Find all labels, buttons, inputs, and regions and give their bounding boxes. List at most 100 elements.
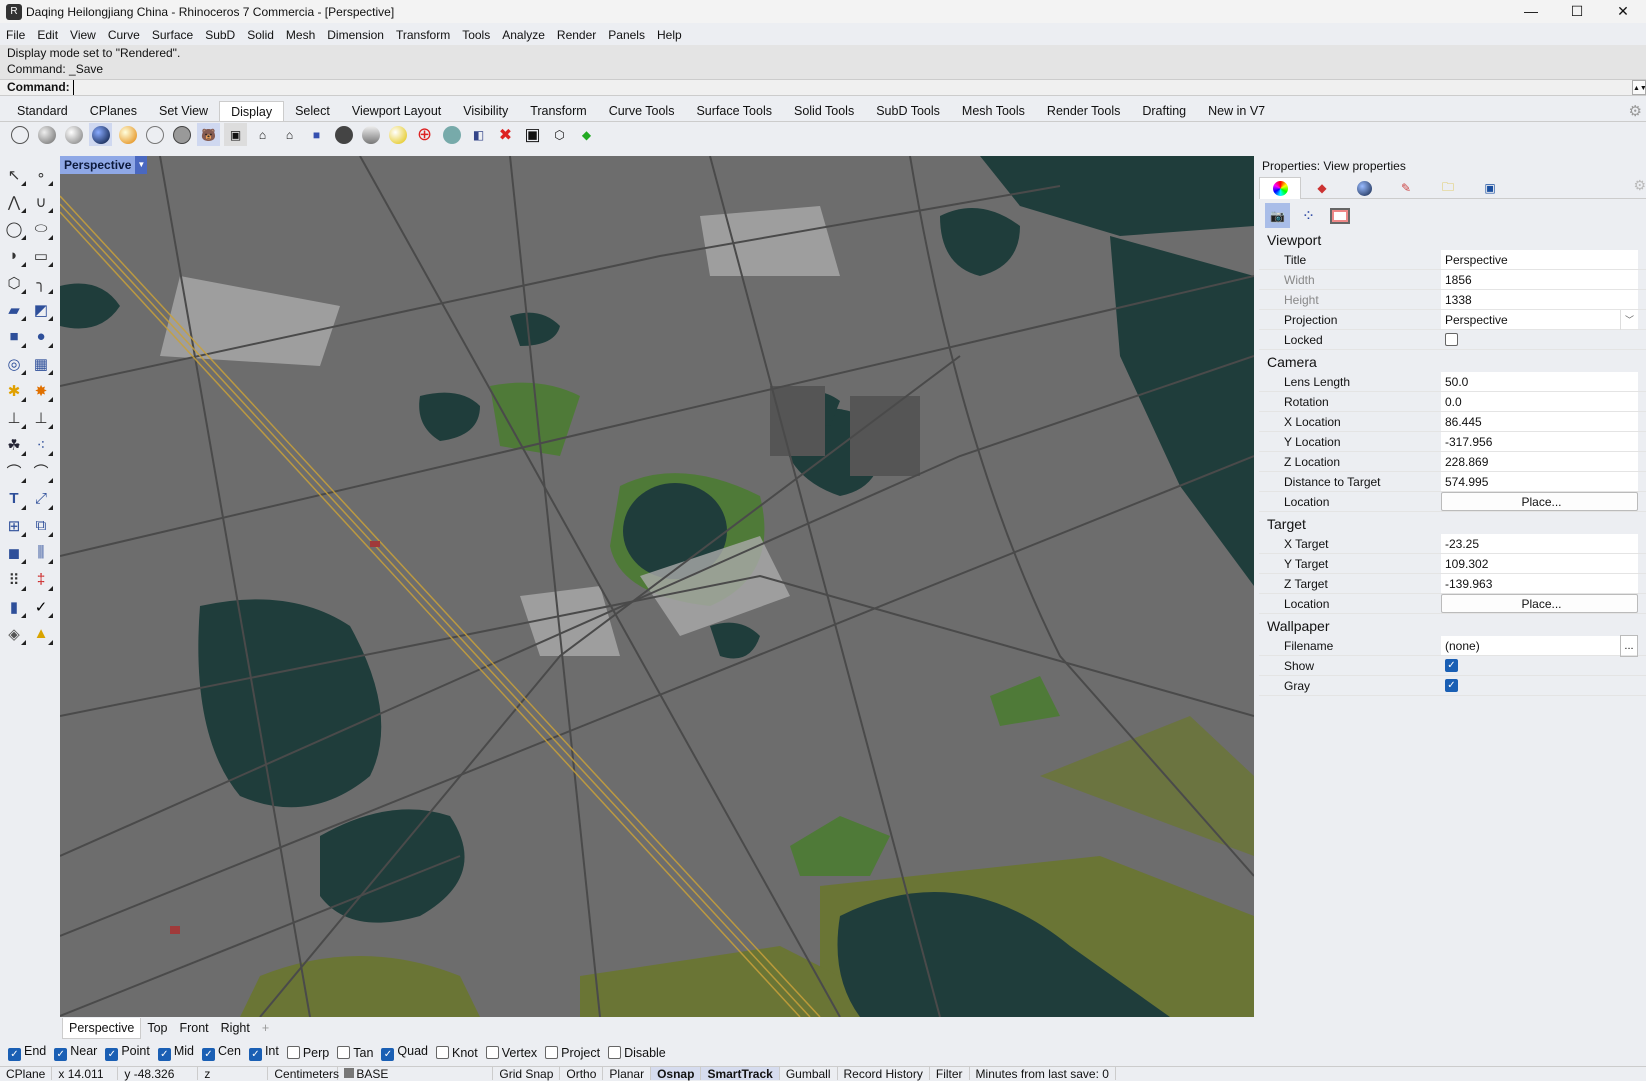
polygon-icon[interactable]: ⬡ xyxy=(2,271,26,294)
camera-icon[interactable]: 📷 xyxy=(1265,203,1290,228)
menu-dimension[interactable]: Dimension xyxy=(321,25,390,45)
perspective-viewport[interactable]: Perspective ▼ xyxy=(60,156,1254,1017)
y-location-field[interactable]: -317.956 xyxy=(1441,432,1638,451)
smarttrack-toggle[interactable]: SmartTrack xyxy=(701,1067,780,1081)
shaded-icon[interactable] xyxy=(35,123,58,146)
z-location-field[interactable]: 228.869 xyxy=(1441,452,1638,471)
show-checkbox[interactable]: ✓ xyxy=(1445,659,1458,672)
osnap-knot[interactable]: Knot xyxy=(436,1045,478,1060)
tab-set-view[interactable]: Set View xyxy=(148,101,219,121)
tab-cplanes[interactable]: CPlanes xyxy=(79,101,148,121)
gear-icon[interactable]: ⚙ xyxy=(1629,102,1642,120)
menu-file[interactable]: File xyxy=(0,25,31,45)
viewport-tab-perspective[interactable]: Perspective xyxy=(62,1018,142,1039)
add-viewport-tab-icon[interactable]: + xyxy=(256,1018,275,1039)
rotation-field[interactable]: 0.0 xyxy=(1441,392,1638,411)
gumball-toggle[interactable]: Gumball xyxy=(780,1067,838,1081)
filter-toggle[interactable]: Filter xyxy=(930,1067,970,1081)
menu-edit[interactable]: Edit xyxy=(31,25,64,45)
arc-icon[interactable]: ◗ xyxy=(2,244,26,267)
fillet-curve-icon[interactable]: ╮ xyxy=(29,271,53,294)
osnap-checkbox[interactable] xyxy=(286,1045,300,1059)
tab-surface-tools[interactable]: Surface Tools xyxy=(685,101,783,121)
xray-icon[interactable] xyxy=(116,123,139,146)
osnap-disable[interactable]: Disable xyxy=(608,1045,666,1060)
menu-panels[interactable]: Panels xyxy=(602,25,651,45)
osnap-checkbox[interactable]: ✓ xyxy=(248,1048,262,1061)
solid-tools-icon[interactable]: ● xyxy=(29,325,53,348)
filename-field[interactable]: (none)... xyxy=(1441,634,1638,657)
move-icon[interactable]: ⤢ xyxy=(29,487,53,510)
minimize-button[interactable]: — xyxy=(1508,0,1554,23)
fillet-icon[interactable]: ⌒ xyxy=(2,460,26,483)
trim-icon[interactable]: ⊥ xyxy=(2,406,26,429)
lens-field[interactable]: 50.0 xyxy=(1441,372,1638,391)
menu-analyze[interactable]: Analyze xyxy=(496,25,551,45)
menu-view[interactable]: View xyxy=(64,25,102,45)
delete-display-icon[interactable]: ✖ xyxy=(494,123,517,146)
tab-new-in-v7[interactable]: New in V7 xyxy=(1197,101,1276,121)
draft-angle-icon[interactable] xyxy=(440,123,463,146)
osnap-checkbox[interactable] xyxy=(436,1045,449,1059)
rectangle-icon[interactable]: ▭ xyxy=(29,244,53,267)
tab-display[interactable]: Display xyxy=(219,101,285,121)
named-views-icon[interactable]: ⁘ xyxy=(1296,203,1321,228)
tab-solid-tools[interactable]: Solid Tools xyxy=(783,101,865,121)
solid-box-icon[interactable]: ◼ xyxy=(2,541,26,564)
viewport-tab-top[interactable]: Top xyxy=(141,1018,173,1039)
menu-tools[interactable]: Tools xyxy=(456,25,496,45)
tab-drafting[interactable]: Drafting xyxy=(1131,101,1197,121)
help-icon[interactable]: ▣ xyxy=(1469,177,1511,199)
ortho-toggle[interactable]: Ortho xyxy=(560,1067,604,1081)
scale-icon[interactable]: ⧉ xyxy=(29,514,53,537)
curve-icon[interactable]: ∪ xyxy=(29,190,53,213)
dimension-icon[interactable]: ‡ xyxy=(29,568,53,591)
ellipse-icon[interactable]: ⬭ xyxy=(29,217,53,240)
cube-icon[interactable]: ⬡ xyxy=(548,123,571,146)
tab-curve-tools[interactable]: Curve Tools xyxy=(598,101,686,121)
rendered-icon[interactable] xyxy=(62,123,85,146)
tab-standard[interactable]: Standard xyxy=(6,101,79,121)
osnap-checkbox[interactable]: ✓ xyxy=(157,1048,171,1061)
osnap-checkbox[interactable] xyxy=(545,1045,559,1059)
extrude-icon[interactable]: ⫼ xyxy=(29,541,53,564)
viewport-tab-front[interactable]: Front xyxy=(173,1018,214,1039)
group-icon[interactable]: ☘ xyxy=(2,433,26,456)
tab-visibility[interactable]: Visibility xyxy=(452,101,519,121)
monitor-icon[interactable]: ▣ xyxy=(521,123,544,146)
mesh-cylinder-icon[interactable]: ◎ xyxy=(2,352,26,375)
polyline-icon[interactable]: ⋀ xyxy=(2,190,26,213)
box-icon[interactable]: ■ xyxy=(2,325,26,348)
title-field[interactable]: Perspective xyxy=(1441,250,1638,269)
ungroup-icon[interactable]: ⁖ xyxy=(29,433,53,456)
curvature-icon[interactable] xyxy=(359,123,382,146)
environment-map-icon[interactable] xyxy=(332,123,355,146)
viewport-tab-right[interactable]: Right xyxy=(215,1018,256,1039)
split-icon[interactable]: ⊥ xyxy=(29,406,53,429)
point-icon[interactable]: ∘ xyxy=(29,163,53,186)
capture-icon[interactable]: ▣ xyxy=(224,123,247,146)
gray-checkbox[interactable]: ✓ xyxy=(1445,679,1458,692)
osnap-checkbox[interactable] xyxy=(337,1045,351,1059)
explode-icon[interactable]: ✸ xyxy=(29,379,53,402)
distance-field[interactable]: 574.995 xyxy=(1441,472,1638,491)
menu-transform[interactable]: Transform xyxy=(390,25,456,45)
tab-subd-tools[interactable]: SubD Tools xyxy=(865,101,951,121)
menu-subd[interactable]: SubD xyxy=(199,25,241,45)
x-target-field[interactable]: -23.25 xyxy=(1441,534,1638,553)
tab-viewport-layout[interactable]: Viewport Layout xyxy=(341,101,452,121)
render-icon[interactable] xyxy=(1343,177,1385,199)
ghosted-icon[interactable] xyxy=(89,123,112,146)
record-history-toggle[interactable]: Record History xyxy=(838,1067,930,1081)
close-button[interactable]: ✕ xyxy=(1600,0,1646,23)
light-icon[interactable] xyxy=(386,123,409,146)
color-wheel-icon[interactable] xyxy=(1259,177,1301,199)
wireframe-icon[interactable] xyxy=(8,123,31,146)
circle-icon[interactable]: ◯ xyxy=(2,217,26,240)
osnap-checkbox[interactable]: ✓ xyxy=(8,1048,21,1061)
text-icon[interactable]: T xyxy=(2,487,26,510)
browse-button[interactable]: ... xyxy=(1620,634,1638,657)
projection-select[interactable]: Perspective ﹀ xyxy=(1441,309,1638,330)
osnap-end[interactable]: ✓ End xyxy=(8,1044,46,1061)
tab-render-tools[interactable]: Render Tools xyxy=(1036,101,1131,121)
